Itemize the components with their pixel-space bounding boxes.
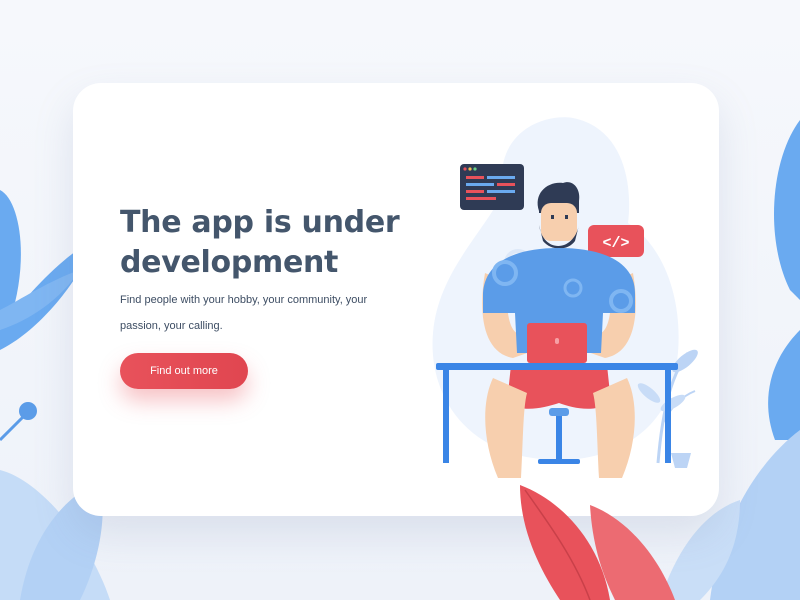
content-card: The app is under development Find people… (73, 83, 719, 516)
right-leaf-mid (768, 330, 800, 440)
page-headline: The app is under development (120, 205, 400, 280)
code-tag-icon: </> (588, 225, 644, 257)
plant-pot (671, 453, 691, 468)
laptop-icon (527, 323, 587, 363)
left-stem-bud (19, 402, 37, 420)
page-subtitle: Find people with your hobby, your commun… (120, 294, 368, 332)
svg-text:</>: </> (602, 235, 629, 252)
find-out-more-button[interactable]: Find out more (120, 353, 248, 389)
developer-illustration: </> (432, 117, 698, 478)
code-window-icon (460, 164, 524, 210)
right-leaf-tall (773, 120, 800, 300)
